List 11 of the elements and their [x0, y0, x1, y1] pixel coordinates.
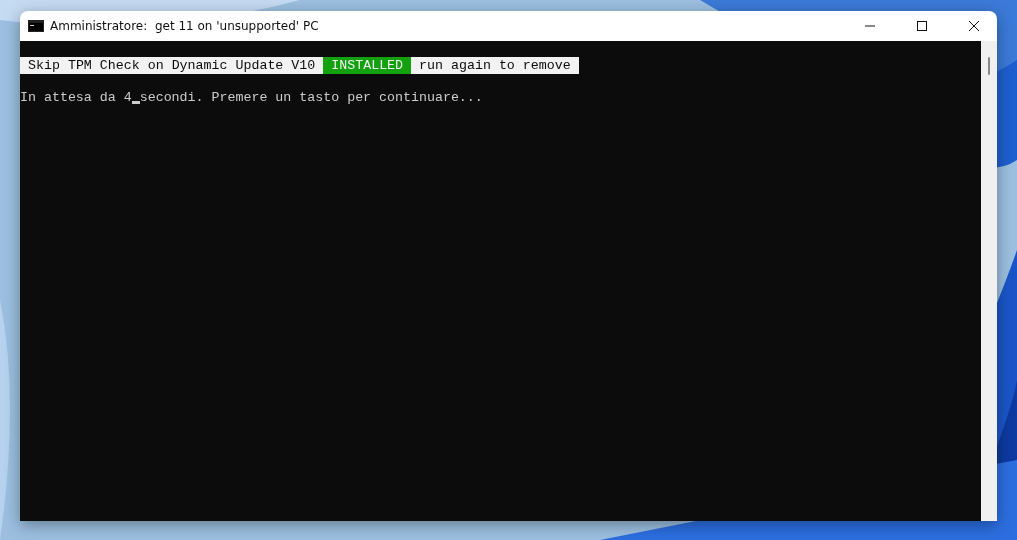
window-title: Amministratore: get 11 on 'unsupported' PC	[50, 19, 320, 33]
status-badge: INSTALLED	[323, 57, 412, 74]
terminal-icon	[28, 20, 44, 32]
console-text: secondi. Premere un tasto per continuare...	[139, 89, 483, 106]
maximize-icon	[917, 21, 927, 31]
scrollbar-thumb[interactable]	[988, 57, 990, 75]
text-cursor	[131, 101, 140, 104]
banner-text: run again to remove	[411, 57, 579, 74]
banner-text: Skip TPM Check on Dynamic Update V10	[20, 57, 324, 74]
close-icon	[969, 21, 979, 31]
console-text: In attesa da 4	[20, 89, 132, 106]
